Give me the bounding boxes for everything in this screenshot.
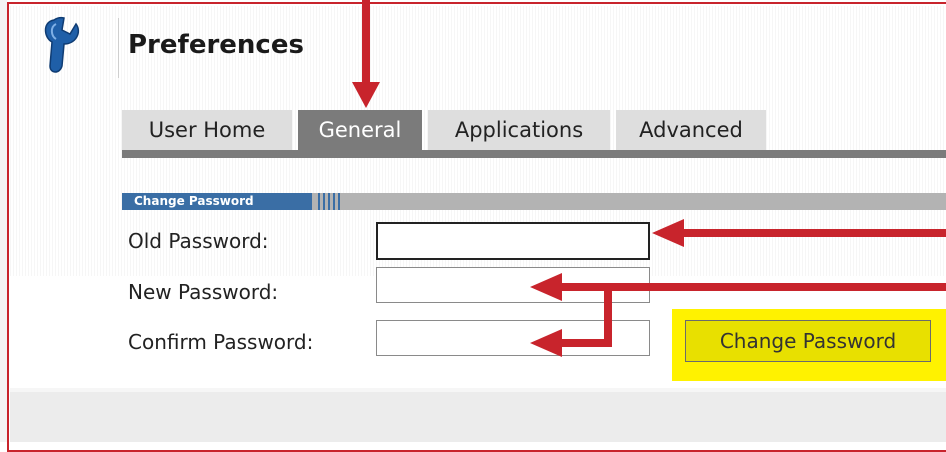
annotation-overlay (352, 0, 946, 357)
screenshot-frame: Preferences User Home General Applicatio… (0, 0, 946, 452)
annotation-arrow-new-shaft (560, 283, 946, 291)
annotation-arrow-old-head (652, 219, 684, 247)
annotation-arrow-general-shaft (362, 0, 370, 84)
annotation-arrow-old-shaft (680, 229, 946, 237)
annotation-arrow-confirm-head (530, 329, 562, 357)
annotation-arrow-confirm-shaft (560, 339, 612, 347)
annotation-arrow-new-head (530, 273, 562, 301)
annotation-arrow-general-head (352, 82, 380, 108)
annotation-arrow-confirm-branch (604, 283, 612, 347)
